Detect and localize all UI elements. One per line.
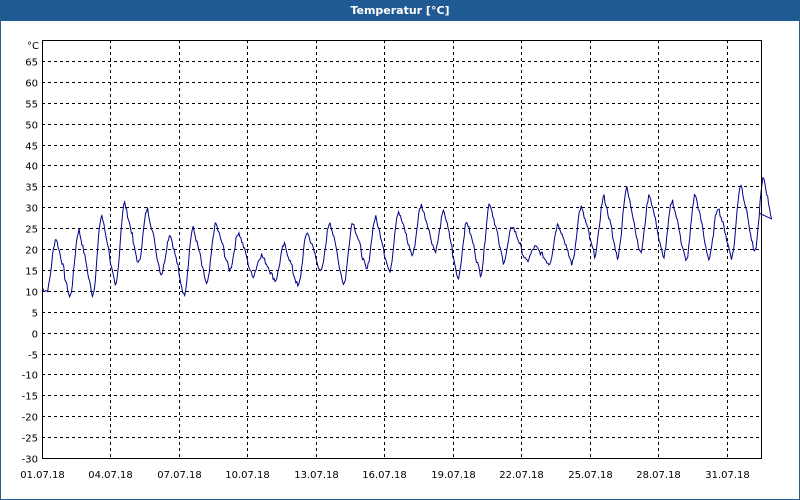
x-tick-label: 19.07.18 bbox=[431, 470, 476, 481]
y-tick-label: 60 bbox=[25, 79, 38, 90]
y-axis-unit-label: °C bbox=[27, 41, 39, 52]
x-tick-label: 22.07.18 bbox=[499, 470, 544, 481]
grid bbox=[42, 40, 761, 459]
x-tick-label: 25.07.18 bbox=[568, 470, 613, 481]
y-tick-label: 45 bbox=[25, 142, 38, 153]
x-axis-ticks: 01.07.18 04.07.18 07.07.18 10.07.18 13.07.18… bbox=[20, 470, 750, 481]
y-tick-label: 5 bbox=[32, 309, 38, 320]
x-tick-label: 07.07.18 bbox=[157, 470, 202, 481]
y-tick-label: -25 bbox=[22, 434, 38, 445]
y-axis-ticks: 65605550454035302520151050-5-10-15-20-25… bbox=[22, 58, 38, 466]
y-tick-label: 25 bbox=[25, 225, 38, 236]
x-tick-label: 10.07.18 bbox=[225, 470, 270, 481]
chart-window: Temperatur [°C] 65 60 55 50 45 40 35 30 25 20 15 10… bbox=[0, 0, 800, 500]
y-tick-label: 65 bbox=[25, 58, 38, 69]
x-tick-label: 16.07.18 bbox=[362, 470, 407, 481]
y-tick-label: -15 bbox=[22, 392, 38, 403]
x-tick-label: 13.07.18 bbox=[294, 470, 339, 481]
y-tick-label: -5 bbox=[28, 351, 38, 362]
y-tick-label: 30 bbox=[25, 204, 38, 215]
x-tick-label: 28.07.18 bbox=[636, 470, 681, 481]
y-tick-label: -20 bbox=[22, 413, 38, 424]
y-tick-label: 15 bbox=[25, 267, 38, 278]
temperature-series-line bbox=[42, 176, 773, 299]
y-tick-label: 40 bbox=[25, 162, 38, 173]
y-tick-label: 20 bbox=[25, 246, 38, 257]
y-tick-label: 0 bbox=[32, 330, 38, 341]
x-tick-label: 01.07.18 bbox=[20, 470, 65, 481]
y-tick-label: 35 bbox=[25, 183, 38, 194]
x-tick-label: 31.07.18 bbox=[705, 470, 750, 481]
y-tick-label: -30 bbox=[22, 455, 38, 466]
x-tick-label: 04.07.18 bbox=[88, 470, 133, 481]
y-tick-label: 10 bbox=[25, 288, 38, 299]
y-tick-label: -10 bbox=[22, 371, 38, 382]
temperature-chart: 65605550454035302520151050-5-10-15-20-25… bbox=[20, 40, 773, 481]
y-tick-label: 50 bbox=[25, 121, 38, 132]
y-tick-label: 55 bbox=[25, 100, 38, 111]
